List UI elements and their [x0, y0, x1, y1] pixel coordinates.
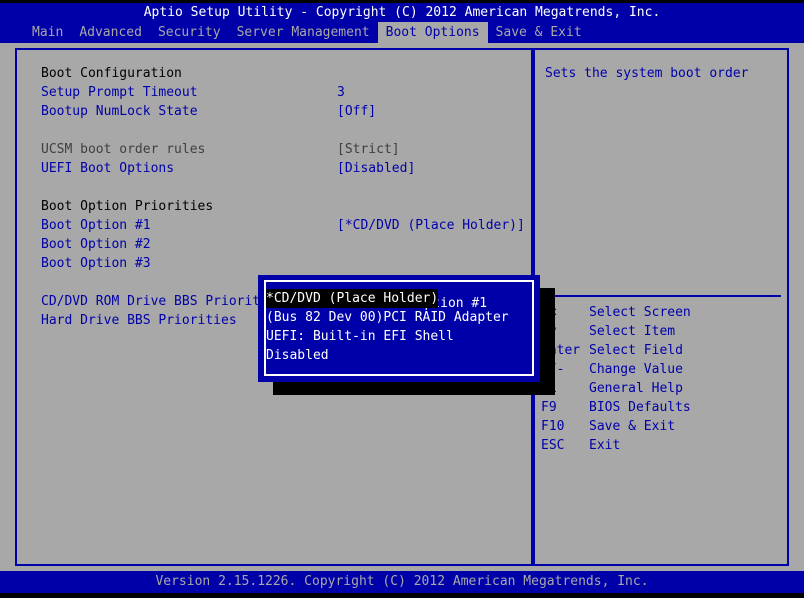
settings-spacer — [29, 178, 529, 197]
settings-spacer — [29, 121, 529, 140]
popup-option-label: UEFI: Built-in EFI Shell — [266, 329, 454, 344]
settings-label: Boot Option #2 — [41, 237, 151, 252]
key-legend-row: Enter Select Field — [535, 341, 789, 360]
popup-option[interactable]: Disabled — [266, 346, 524, 365]
key-legend-key: F10 — [541, 419, 565, 434]
settings-label: UEFI Boot Options — [41, 161, 175, 176]
menu-tab-server-management[interactable]: Server Management — [229, 22, 378, 43]
key-legend-row: ESC Exit — [535, 436, 789, 455]
popup-option-label: *CD/DVD (Place Holder) — [266, 289, 439, 308]
help-divider — [543, 295, 781, 297]
settings-row: UCSM boot order rules [Strict] — [29, 140, 529, 159]
key-legend-row: F1General Help — [535, 379, 789, 398]
key-legend-desc: Change Value — [589, 362, 683, 377]
boot-option-popup: Boot Option #1 *CD/DVD (Place Holder)(Bu… — [258, 275, 540, 382]
settings-heading: Boot Option Priorities — [29, 197, 529, 216]
settings-label: Bootup NumLock State — [41, 104, 198, 119]
key-legend-desc: General Help — [589, 381, 683, 396]
bios-screen: Boot Configuration Setup Prompt Timeout 3 B… — [0, 43, 804, 571]
key-legend-desc: Save & Exit — [589, 419, 676, 434]
key-legend: ><Select Screen^vSelect ItemEnterSelect … — [535, 303, 789, 455]
settings-label: Boot Option #3 — [41, 256, 151, 271]
menu-tab-advanced[interactable]: Advanced — [71, 22, 150, 43]
menu-tab-save-exit[interactable]: Save & Exit — [488, 22, 590, 43]
settings-row[interactable]: Bootup NumLock State [Off] — [29, 102, 529, 121]
settings-heading: Boot Configuration — [29, 64, 529, 83]
popup-option[interactable]: (Bus 82 Dev 00)PCI RAID Adapter — [266, 308, 524, 327]
key-legend-row: ><Select Screen — [535, 303, 789, 322]
menu-tab-security[interactable]: Security — [150, 22, 229, 43]
key-legend-desc: Exit — [589, 438, 621, 453]
settings-label: UCSM boot order rules — [41, 142, 206, 157]
popup-option-label: Disabled — [266, 348, 329, 363]
title-bar: Aptio Setup Utility - Copyright (C) 2012… — [0, 3, 804, 22]
settings-label: Boot Configuration — [41, 66, 182, 81]
settings-label: Setup Prompt Timeout — [41, 85, 198, 100]
key-legend-row: ^vSelect Item — [535, 322, 789, 341]
popup-option[interactable]: *CD/DVD (Place Holder) — [266, 289, 524, 308]
settings-row[interactable]: Setup Prompt Timeout 3 — [29, 83, 529, 102]
help-text: Sets the system boot order — [545, 66, 749, 81]
settings-label: CD/DVD ROM Drive BBS Priorities — [41, 294, 284, 309]
menu-tab-main[interactable]: Main — [24, 22, 71, 43]
help-panel: Sets the system boot order ><Select Scre… — [533, 48, 789, 566]
settings-value: [Off] — [337, 104, 377, 119]
popup-option[interactable]: UEFI: Built-in EFI Shell — [266, 327, 524, 346]
menu-bar: Main Advanced Security Server Management Boo… — [0, 22, 804, 43]
key-legend-desc: BIOS Defaults — [589, 400, 691, 415]
key-legend-desc: Select Item — [589, 324, 676, 339]
popup-option-label: (Bus 82 Dev 00)PCI RAID Adapter — [266, 310, 509, 325]
settings-row[interactable]: UEFI Boot Options [Disabled] — [29, 159, 529, 178]
key-legend-desc: Select Screen — [589, 305, 691, 320]
key-legend-row: F9 BIOS Defaults — [535, 398, 789, 417]
key-legend-key: F9 — [541, 400, 557, 415]
settings-row[interactable]: Boot Option #2 — [29, 235, 529, 254]
settings-label: Hard Drive BBS Priorities — [41, 313, 237, 328]
settings-value: [Disabled] — [337, 161, 416, 176]
settings-value: [Strict] — [337, 142, 400, 157]
settings-row[interactable]: Boot Option #3 — [29, 254, 529, 273]
settings-value: 3 — [337, 85, 345, 100]
settings-row[interactable]: Boot Option #1 [*CD/DVD (Place Holder)] — [29, 216, 529, 235]
key-legend-row: +/-Change Value — [535, 360, 789, 379]
settings-label: Boot Option #1 — [41, 218, 151, 233]
settings-label: Boot Option Priorities — [41, 199, 214, 214]
footer-bar: Version 2.15.1226. Copyright (C) 2012 Am… — [0, 571, 804, 593]
popup-option-list: *CD/DVD (Place Holder) (Bus 82 Dev 00)PCI… — [266, 289, 524, 365]
key-legend-key: ESC — [541, 438, 565, 453]
key-legend-row: F10 Save & Exit — [535, 417, 789, 436]
key-legend-desc: Select Field — [589, 343, 683, 358]
settings-value: [*CD/DVD (Place Holder)] — [337, 218, 525, 233]
menu-tab-boot-options[interactable]: Boot Options — [377, 22, 488, 43]
